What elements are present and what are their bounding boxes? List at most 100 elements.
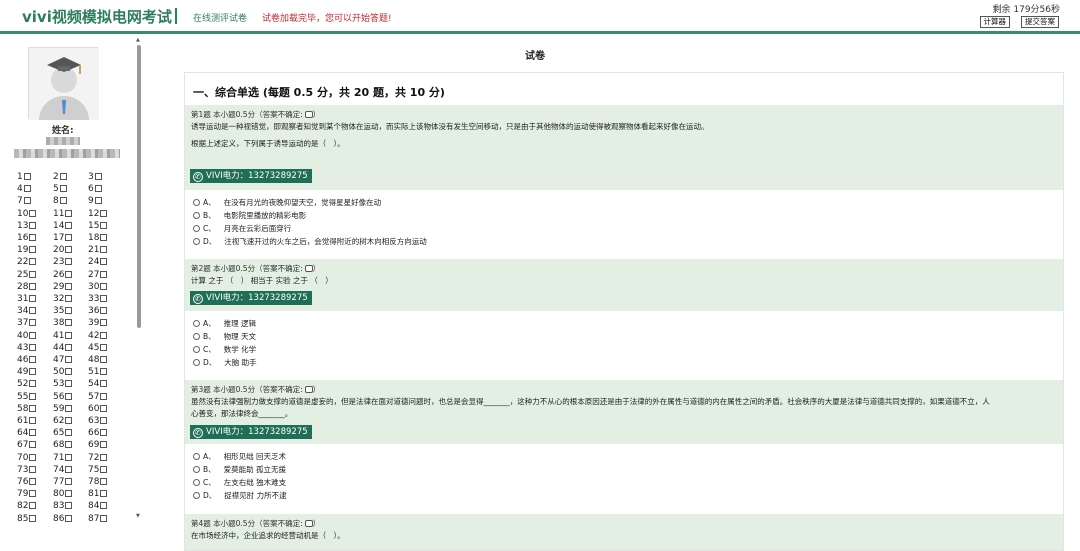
question-nav-item[interactable]: 15: [88, 221, 108, 233]
radio-icon[interactable]: [193, 359, 200, 366]
radio-icon[interactable]: [193, 466, 200, 473]
answered-checkbox[interactable]: [100, 380, 108, 388]
radio-icon[interactable]: [193, 346, 200, 353]
answered-checkbox[interactable]: [100, 478, 108, 485]
radio-icon[interactable]: [193, 212, 200, 219]
scroll-thumb[interactable]: [137, 45, 141, 328]
question-nav-item[interactable]: 48: [88, 355, 108, 367]
question-nav-item[interactable]: 84: [88, 501, 108, 513]
question-nav-item[interactable]: 81: [88, 489, 108, 501]
answered-checkbox[interactable]: [29, 295, 37, 302]
question-nav-item[interactable]: 14: [53, 221, 73, 233]
answered-checkbox[interactable]: [65, 453, 73, 461]
answered-checkbox[interactable]: [100, 319, 108, 327]
answered-checkbox[interactable]: [65, 490, 73, 498]
answered-checkbox[interactable]: [100, 270, 108, 278]
question-nav-item[interactable]: 25: [17, 270, 37, 282]
question-nav-item[interactable]: 12: [88, 209, 108, 221]
question-nav-item[interactable]: 50: [53, 367, 73, 379]
answered-checkbox[interactable]: [65, 429, 73, 437]
answered-checkbox[interactable]: [29, 307, 37, 315]
question-nav-item[interactable]: 53: [53, 379, 73, 391]
question-nav-item[interactable]: 64: [17, 428, 37, 440]
option-a[interactable]: A、 相形见绌 回天乏术: [193, 451, 286, 462]
question-nav-item[interactable]: 69: [88, 440, 108, 452]
answered-checkbox[interactable]: [29, 343, 37, 351]
answered-checkbox[interactable]: [100, 404, 108, 412]
answered-checkbox[interactable]: [65, 282, 73, 290]
question-nav-item[interactable]: 49: [17, 367, 37, 379]
option-b[interactable]: B、 爱莫能助 孤立无援: [193, 464, 286, 475]
question-nav-item[interactable]: 59: [53, 404, 73, 416]
question-nav-item[interactable]: 51: [88, 367, 108, 379]
question-nav-item[interactable]: 83: [53, 501, 73, 513]
question-nav-item[interactable]: 40: [17, 331, 37, 343]
answered-checkbox[interactable]: [29, 380, 37, 388]
question-nav-item[interactable]: 78: [88, 477, 108, 489]
answered-checkbox[interactable]: [94, 197, 102, 205]
option-d[interactable]: D、 捉襟见肘 力所不逮: [193, 490, 287, 501]
option-a[interactable]: A、 在没有月光的夜晚仰望天空，觉得星星好像在动: [193, 197, 381, 208]
answered-checkbox[interactable]: [29, 319, 37, 327]
answered-checkbox[interactable]: [94, 185, 102, 193]
question-nav-item[interactable]: 79: [17, 489, 37, 501]
answered-checkbox[interactable]: [29, 356, 37, 363]
question-nav-item[interactable]: 21: [88, 245, 108, 257]
question-nav-item[interactable]: 2: [53, 172, 67, 184]
question-nav-item[interactable]: 4: [17, 184, 31, 196]
question-nav-item[interactable]: 32: [53, 294, 73, 306]
question-nav-item[interactable]: 67: [17, 440, 37, 452]
answered-checkbox[interactable]: [65, 307, 73, 315]
option-b[interactable]: B、 物理 天文: [193, 331, 256, 342]
answered-checkbox[interactable]: [100, 441, 108, 449]
question-nav-item[interactable]: 85: [17, 514, 37, 526]
question-nav-item[interactable]: 10: [17, 209, 37, 221]
answered-checkbox[interactable]: [29, 209, 37, 217]
question-nav-item[interactable]: 55: [17, 392, 37, 404]
answered-checkbox[interactable]: [100, 331, 108, 339]
question-nav-item[interactable]: 9: [88, 196, 102, 208]
answered-checkbox[interactable]: [65, 514, 73, 522]
answered-checkbox[interactable]: [65, 295, 73, 302]
answered-checkbox[interactable]: [29, 429, 37, 437]
answered-checkbox[interactable]: [65, 221, 73, 229]
answered-checkbox[interactable]: [65, 356, 73, 363]
answered-checkbox[interactable]: [65, 258, 73, 266]
question-nav-item[interactable]: 71: [53, 453, 73, 465]
question-nav-item[interactable]: 26: [53, 270, 73, 282]
answered-checkbox[interactable]: [65, 246, 73, 254]
question-nav-item[interactable]: 52: [17, 379, 37, 391]
question-nav-item[interactable]: 19: [17, 245, 37, 257]
answered-checkbox[interactable]: [29, 404, 37, 412]
question-nav-item[interactable]: 44: [53, 343, 73, 355]
question-nav-item[interactable]: 6: [88, 184, 102, 196]
question-nav-item[interactable]: 8: [53, 196, 67, 208]
question-nav-item[interactable]: 45: [88, 343, 108, 355]
answered-checkbox[interactable]: [100, 307, 108, 315]
question-nav-item[interactable]: 82: [17, 501, 37, 513]
answered-checkbox[interactable]: [29, 417, 37, 424]
answered-checkbox[interactable]: [65, 392, 73, 400]
question-nav-item[interactable]: 1: [17, 172, 31, 184]
answered-checkbox[interactable]: [59, 173, 67, 180]
answered-checkbox[interactable]: [100, 295, 108, 302]
answered-checkbox[interactable]: [29, 282, 37, 290]
answered-checkbox[interactable]: [100, 417, 108, 424]
answered-checkbox[interactable]: [29, 234, 37, 241]
answered-checkbox[interactable]: [29, 441, 37, 449]
question-nav-item[interactable]: 46: [17, 355, 37, 367]
answered-checkbox[interactable]: [65, 465, 73, 473]
question-nav-item[interactable]: 80: [53, 489, 73, 501]
answered-checkbox[interactable]: [100, 246, 108, 254]
answered-checkbox[interactable]: [29, 331, 37, 339]
answered-checkbox[interactable]: [100, 453, 108, 461]
radio-icon[interactable]: [193, 453, 200, 460]
answered-checkbox[interactable]: [59, 185, 67, 193]
answered-checkbox[interactable]: [100, 343, 108, 351]
submit-answer-button[interactable]: 提交答案: [1021, 16, 1059, 28]
answered-checkbox[interactable]: [65, 502, 73, 510]
question-nav-item[interactable]: 76: [17, 477, 37, 489]
question-nav-item[interactable]: 47: [53, 355, 73, 367]
answered-checkbox[interactable]: [100, 221, 108, 229]
question-nav-item[interactable]: 31: [17, 294, 37, 306]
